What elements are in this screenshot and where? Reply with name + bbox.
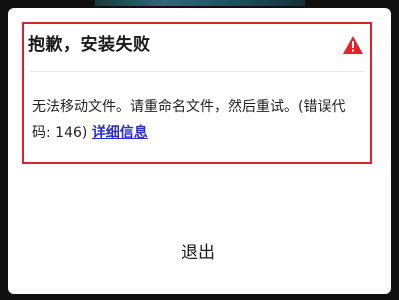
error-message-text: 无法移动文件。请重命名文件，然后重试。(错误代码: 146) xyxy=(32,99,346,141)
title-divider xyxy=(30,71,364,72)
dialog-title: 抱歉，安装失败 xyxy=(28,35,151,55)
warning-icon xyxy=(343,36,363,54)
background-artwork xyxy=(95,0,305,6)
exit-button[interactable]: 退出 xyxy=(148,236,248,270)
details-link[interactable]: 详细信息 xyxy=(92,125,148,141)
screen: 抱歉，安装失败 无法移动文件。请重命名文件，然后重试。(错误代码: 146) 详… xyxy=(0,0,399,300)
error-message: 无法移动文件。请重命名文件，然后重试。(错误代码: 146) 详细信息 xyxy=(32,94,362,146)
install-error-dialog: 抱歉，安装失败 无法移动文件。请重命名文件，然后重试。(错误代码: 146) 详… xyxy=(8,8,391,294)
